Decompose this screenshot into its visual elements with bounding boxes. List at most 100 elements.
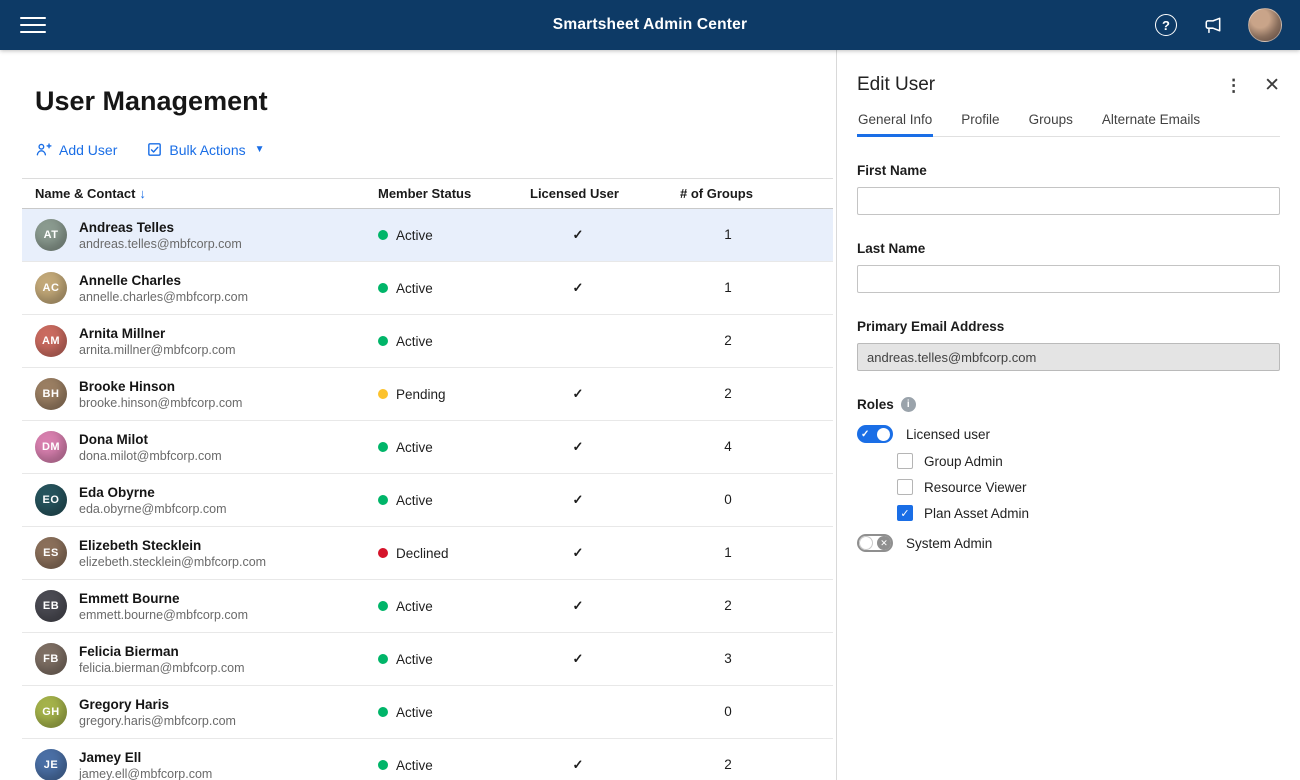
role-checkbox[interactable]: ✓	[897, 505, 913, 521]
app-title: Smartsheet Admin Center	[552, 16, 748, 33]
user-avatar: EO	[35, 484, 67, 516]
groups-count: 2	[724, 757, 732, 772]
user-name: Elizebeth Stecklein	[79, 537, 202, 553]
column-header-groups[interactable]: # of Groups	[680, 186, 833, 201]
status-label: Active	[396, 757, 433, 773]
status-dot	[378, 230, 388, 240]
add-user-label: Add User	[59, 141, 118, 158]
user-email: dona.milot@mbfcorp.com	[79, 448, 222, 463]
licensed-check-icon: ✓	[572, 757, 584, 772]
status-label: Active	[396, 227, 433, 243]
licensed-check-icon: ✓	[572, 545, 584, 560]
hamburger-menu-icon[interactable]	[20, 12, 46, 38]
licensed-user-toggle-label: Licensed user	[906, 426, 991, 442]
licensed-check-icon: ✓	[572, 651, 584, 666]
tab-alternate-emails[interactable]: Alternate Emails	[1101, 112, 1201, 136]
user-email: felicia.bierman@mbfcorp.com	[79, 660, 245, 675]
column-header-licensed[interactable]: Licensed User	[530, 186, 680, 201]
table-row[interactable]: DM Dona Milot dona.milot@mbfcorp.com Act…	[22, 421, 833, 474]
panel-title: Edit User	[857, 74, 936, 95]
role-checkbox-row: ✓ Plan Asset Admin	[897, 505, 1280, 521]
first-name-input[interactable]	[857, 187, 1280, 215]
user-avatar: EB	[35, 590, 67, 622]
table-row[interactable]: AM Arnita Millner arnita.millner@mbfcorp…	[22, 315, 833, 368]
megaphone-icon[interactable]	[1201, 14, 1224, 37]
close-icon[interactable]: ✕	[1264, 76, 1280, 95]
system-admin-toggle-label: System Admin	[906, 535, 993, 551]
tab-label: Groups	[1028, 112, 1073, 127]
tab-profile[interactable]: Profile	[960, 112, 1000, 136]
bulk-actions-icon	[147, 142, 162, 157]
user-avatar: JE	[35, 749, 67, 780]
add-user-button[interactable]: Add User	[35, 141, 117, 158]
groups-count: 1	[724, 545, 732, 560]
role-checkbox-label: Group Admin	[924, 453, 1003, 469]
licensed-check-icon: ✓	[572, 492, 584, 507]
user-name: Arnita Millner	[79, 325, 166, 341]
groups-count: 0	[724, 492, 732, 507]
table-row[interactable]: ES Elizebeth Stecklein elizebeth.steckle…	[22, 527, 833, 580]
user-management-section: User Management Add User Bulk Actions ▼ …	[0, 50, 836, 780]
sort-down-icon: ↓	[139, 186, 146, 201]
table-row[interactable]: AC Annelle Charles annelle.charles@mbfco…	[22, 262, 833, 315]
page-title: User Management	[35, 86, 268, 116]
table-row[interactable]: AT Andreas Telles andreas.telles@mbfcorp…	[22, 209, 833, 262]
toggle-knob	[859, 536, 873, 550]
system-admin-role-row: ✕ System Admin	[857, 534, 1280, 552]
role-checkbox-label: Resource Viewer	[924, 479, 1027, 495]
tab-groups[interactable]: Groups	[1028, 112, 1074, 136]
bulk-actions-button[interactable]: Bulk Actions ▼	[147, 142, 265, 158]
user-name: Andreas Telles	[79, 219, 175, 235]
user-table-body: AT Andreas Telles andreas.telles@mbfcorp…	[22, 209, 833, 780]
table-row[interactable]: EB Emmett Bourne emmett.bourne@mbfcorp.c…	[22, 580, 833, 633]
table-row[interactable]: FB Felicia Bierman felicia.bierman@mbfco…	[22, 633, 833, 686]
tab-general-info[interactable]: General Info	[857, 112, 934, 137]
status-dot	[378, 389, 388, 399]
kebab-menu-icon[interactable]: ⋮	[1225, 77, 1242, 94]
groups-count: 2	[724, 598, 732, 613]
licensed-user-toggle[interactable]: ✓	[857, 425, 893, 443]
info-icon[interactable]: i	[900, 397, 916, 412]
user-name: Felicia Bierman	[79, 643, 179, 659]
groups-count: 3	[724, 651, 732, 666]
user-email: jamey.ell@mbfcorp.com	[79, 766, 213, 780]
groups-count: 1	[724, 227, 732, 242]
tab-label: Profile	[961, 112, 1000, 127]
groups-count: 0	[724, 704, 732, 719]
column-header-name[interactable]: Name & Contact ↓	[22, 186, 378, 201]
table-row[interactable]: GH Gregory Haris gregory.haris@mbfcorp.c…	[22, 686, 833, 739]
status-dot	[378, 707, 388, 717]
groups-count: 4	[724, 439, 732, 454]
edit-user-panel: Edit User ⋮ ✕ General Info Profile Groups A…	[836, 50, 1300, 780]
role-checkbox[interactable]	[897, 479, 913, 495]
roles-label: Roles	[857, 397, 894, 412]
licensed-check-icon: ✓	[572, 439, 584, 454]
status-dot	[378, 495, 388, 505]
user-avatar-menu[interactable]	[1248, 8, 1282, 42]
last-name-input[interactable]	[857, 265, 1280, 293]
licensed-user-role-row: ✓ Licensed user	[857, 425, 1280, 443]
status-dot	[378, 283, 388, 293]
user-name: Annelle Charles	[79, 272, 182, 288]
help-icon[interactable]: ?	[1155, 14, 1177, 36]
role-checkbox[interactable]	[897, 453, 913, 469]
user-name: Gregory Haris	[79, 696, 170, 712]
system-admin-toggle[interactable]: ✕	[857, 534, 893, 552]
user-avatar: BH	[35, 378, 67, 410]
user-name: Dona Milot	[79, 431, 148, 447]
column-header-status[interactable]: Member Status	[378, 186, 530, 201]
status-label: Active	[396, 704, 433, 720]
user-name: Jamey Ell	[79, 749, 142, 765]
status-dot	[378, 548, 388, 558]
status-label: Active	[396, 598, 433, 614]
groups-count: 1	[724, 280, 732, 295]
toggle-knob	[877, 427, 890, 441]
table-row[interactable]: JE Jamey Ell jamey.ell@mbfcorp.com Activ…	[22, 739, 833, 780]
user-avatar: AC	[35, 272, 67, 304]
status-label: Active	[396, 651, 433, 667]
user-avatar: ES	[35, 537, 67, 569]
table-row[interactable]: EO Eda Obyrne eda.obyrne@mbfcorp.com Act…	[22, 474, 833, 527]
groups-count: 2	[724, 333, 732, 348]
table-row[interactable]: BH Brooke Hinson brooke.hinson@mbfcorp.c…	[22, 368, 833, 421]
licensed-check-icon: ✓	[572, 386, 584, 401]
